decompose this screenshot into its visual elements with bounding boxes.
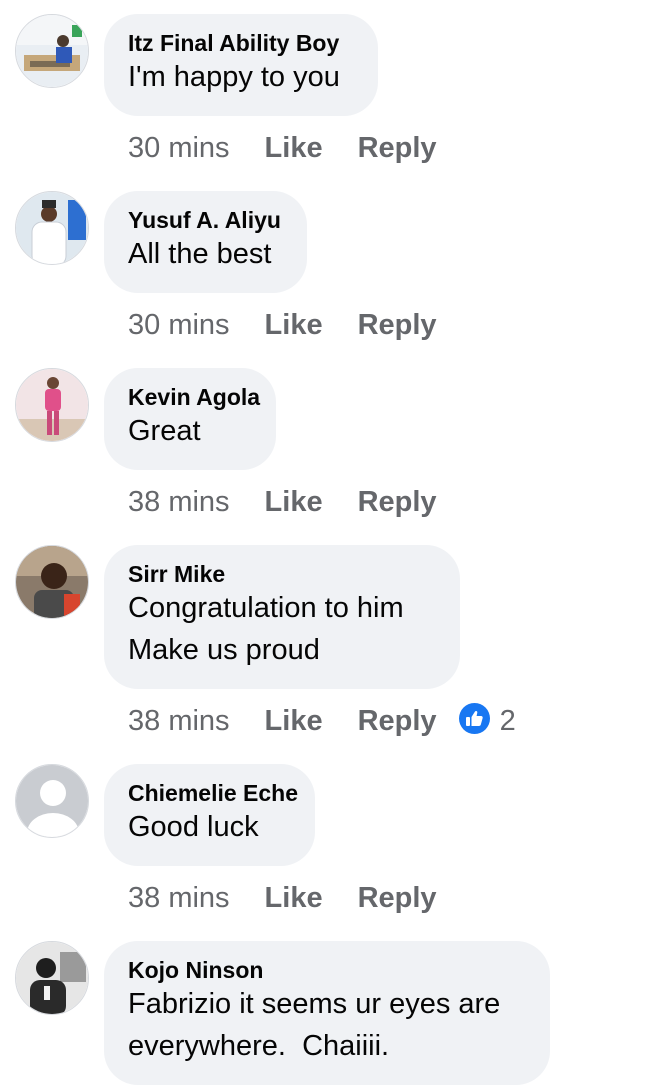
- comment-bubble: Sirr Mike Congratulation to him Make us …: [104, 545, 460, 689]
- comment-timestamp[interactable]: 38 mins: [128, 880, 230, 916]
- comment-bubble: Kojo Ninson Fabrizio it seems ur eyes ar…: [104, 941, 550, 1085]
- default-avatar-icon: [16, 765, 88, 837]
- comment-author[interactable]: Sirr Mike: [128, 561, 436, 587]
- comment-text: Make us proud: [128, 634, 320, 666]
- like-button[interactable]: Like: [265, 703, 323, 739]
- reply-button[interactable]: Reply: [358, 307, 437, 343]
- like-button[interactable]: Like: [265, 484, 323, 520]
- avatar[interactable]: [15, 191, 89, 265]
- comment-text: All the best: [128, 238, 272, 270]
- like-button[interactable]: Like: [265, 130, 323, 166]
- reply-button[interactable]: Reply: [358, 484, 437, 520]
- comment-timestamp[interactable]: 30 mins: [128, 307, 230, 343]
- comment-text: everywhere. Chaiiii.: [128, 1030, 390, 1062]
- like-button[interactable]: Like: [265, 880, 323, 916]
- comment-author[interactable]: Kojo Ninson: [128, 957, 526, 983]
- like-button[interactable]: Like: [265, 307, 323, 343]
- comment-author[interactable]: Kevin Agola: [128, 384, 260, 410]
- comment-text: Fabrizio it seems ur eyes are: [128, 988, 501, 1020]
- avatar[interactable]: [15, 545, 89, 619]
- thumbs-up-icon: [458, 703, 490, 734]
- comment-bubble: Chiemelie Eche Good luck: [104, 764, 315, 866]
- avatar[interactable]: [15, 941, 89, 1015]
- comment-text: I'm happy to you: [128, 61, 340, 93]
- profile-photo-icon: [16, 15, 88, 87]
- comment-author[interactable]: Itz Final Ability Boy: [128, 30, 354, 56]
- comment-timestamp[interactable]: 38 mins: [128, 703, 230, 739]
- comment-actions: 30 mins Like Reply: [128, 130, 437, 166]
- comment-timestamp[interactable]: 30 mins: [128, 130, 230, 166]
- reaction-count: 2: [499, 705, 516, 737]
- reaction-summary[interactable]: 2: [458, 703, 516, 739]
- comment-bubble: Itz Final Ability Boy I'm happy to you: [104, 14, 378, 116]
- comment-bubble: Kevin Agola Great: [104, 368, 276, 470]
- comment-author[interactable]: Yusuf A. Aliyu: [128, 207, 283, 233]
- avatar[interactable]: [15, 368, 89, 442]
- reply-button[interactable]: Reply: [358, 880, 437, 916]
- comment-actions: 38 mins Like Reply: [128, 880, 437, 916]
- comment-bubble: Yusuf A. Aliyu All the best: [104, 191, 307, 293]
- comment-timestamp[interactable]: 38 mins: [128, 484, 230, 520]
- reply-button[interactable]: Reply: [358, 703, 437, 739]
- profile-photo-icon: [16, 546, 88, 618]
- comment-text: Congratulation to him: [128, 592, 404, 624]
- avatar[interactable]: [15, 14, 89, 88]
- comment-text: Great: [128, 415, 201, 447]
- comment-actions: 30 mins Like Reply: [128, 307, 437, 343]
- profile-photo-icon: [16, 192, 88, 264]
- profile-photo-icon: [16, 942, 88, 1014]
- comment-author[interactable]: Chiemelie Eche: [128, 780, 298, 806]
- comment-actions: 38 mins Like Reply: [128, 484, 437, 520]
- comment-text: Good luck: [128, 811, 259, 843]
- comment-actions: 38 mins Like Reply 2: [128, 703, 516, 739]
- reply-button[interactable]: Reply: [358, 130, 437, 166]
- profile-photo-icon: [16, 369, 88, 441]
- avatar[interactable]: [15, 764, 89, 838]
